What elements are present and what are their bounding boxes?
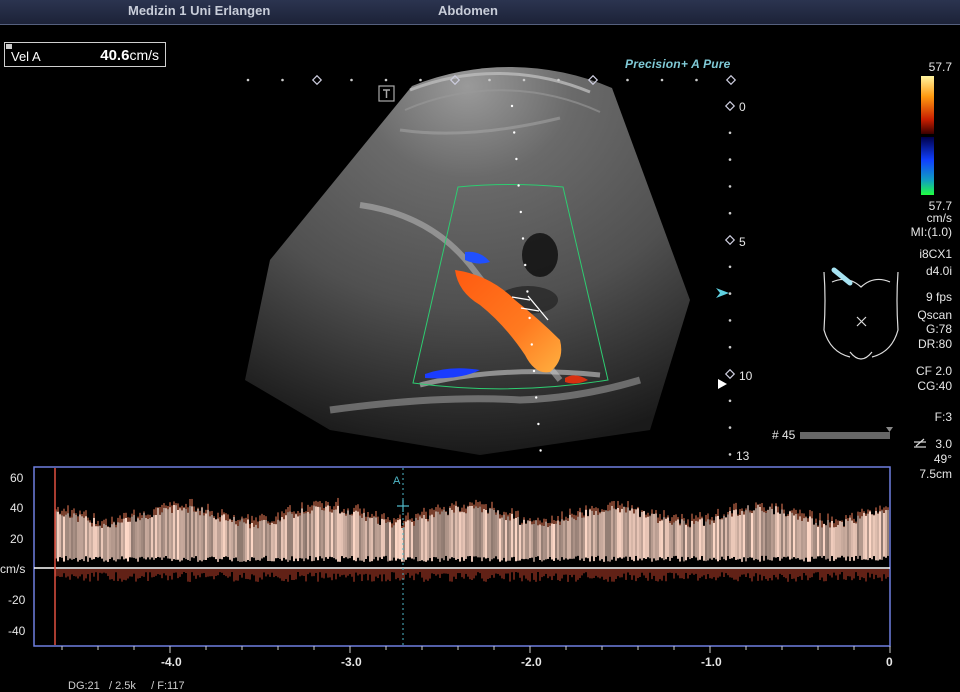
colorbar-unit: cm/s [926,211,952,225]
beam-dot [510,104,514,108]
depth-label: 13 [736,449,750,463]
beam-dot [535,396,538,399]
mechanical-index: MI:(1.0) [910,225,952,239]
time-tick: -1.0 [701,655,722,669]
gate-depth: 7.5cm [919,467,952,481]
color-frequency: CF 2.0 [915,364,952,378]
time-tick: -4.0 [161,655,182,669]
imaging-mode: d4.0i [925,264,952,278]
orientation-marker-icon [378,85,395,102]
spectral-doppler-panel[interactable]: A [33,466,891,653]
footer-params: DG:21 / 2.5k / F:117 [68,680,185,692]
depth-dot [728,319,732,322]
scale-dot [350,78,353,82]
depth-dot [728,426,732,429]
spectrum-waveform [55,497,889,582]
filter-value: F:3 [934,410,952,424]
cine-slider[interactable] [800,432,890,439]
beam-dot [524,263,527,267]
depth-dot [728,185,732,188]
beam-dot [517,184,520,187]
beam-dot [519,210,522,214]
time-tick: -3.0 [341,655,362,669]
scale-dot [522,78,526,82]
scale-dot [281,78,284,82]
pw-angle-icon [914,438,926,448]
depth-label: 5 [739,235,746,249]
beam-dot [530,343,533,346]
depth-dot [728,265,732,269]
doppler-angle: 49° [933,452,952,466]
beam-dot [537,422,540,426]
depth-diamond [724,368,736,380]
velocity-unit: cm/s [0,562,26,576]
velocity-tick: 60 [10,471,24,485]
scale-diamond [311,74,323,86]
frame-rate: 9 fps [925,290,952,304]
pw-frequency: 3.0 [935,437,952,451]
depth-dot [728,345,732,349]
scale-dot [626,78,629,82]
scale-dot [384,78,388,82]
velocity-tick: -20 [8,593,26,607]
depth-dot [728,453,732,456]
depth-scale [724,100,736,456]
scale-dot [557,78,560,82]
time-axis [61,646,891,653]
scale-diamond [725,74,737,86]
time-tick: -2.0 [521,655,542,669]
colorbar-max-label: 57.7 [928,60,952,74]
beam-dot [526,290,529,293]
gain-value: G:78 [925,322,952,336]
beam-dot [539,449,542,452]
depth-label: 10 [739,369,753,383]
depth-dot [728,211,732,215]
color-velocity-bar [921,76,934,195]
velocity-tick: -40 [8,624,26,638]
dynamic-range: DR:80 [917,337,952,351]
probe-position-icon [831,267,853,286]
depth-label: 0 [739,100,746,114]
color-gain: CG:40 [917,379,952,393]
beam-dot [513,131,516,134]
colorbar-negative [921,137,934,195]
cursor-label: A [393,475,401,487]
beam-dot [532,369,536,373]
depth-dot [728,292,732,295]
depth-diamond [724,100,736,112]
gate-depth-marker-icon[interactable] [718,379,727,389]
probe-name: i8CX1 [919,247,952,261]
depth-diamond [724,234,736,246]
velocity-tick: 40 [10,501,24,515]
beam-dot [528,316,531,320]
cine-frame-label: # 45 [772,428,796,442]
depth-dot [728,131,732,135]
beam-dot [521,237,525,240]
focus-marker-icon[interactable] [716,288,729,298]
vessel-lumen [522,233,558,277]
velocity-tick: 20 [10,532,24,546]
colorbar-positive [921,76,934,134]
time-tick: 0 [886,655,893,669]
beam-dot [515,157,518,161]
body-mark-icon [823,271,899,360]
ultrasound-canvas: A [33,66,934,653]
scale-dot [246,78,250,82]
depth-dot [728,158,732,161]
scale-dot [695,78,698,82]
depth-dot [728,399,732,403]
scale-dot [419,78,422,82]
qscan-label: Qscan [917,308,952,322]
scale-dot [488,78,491,82]
scale-dot [660,78,664,82]
